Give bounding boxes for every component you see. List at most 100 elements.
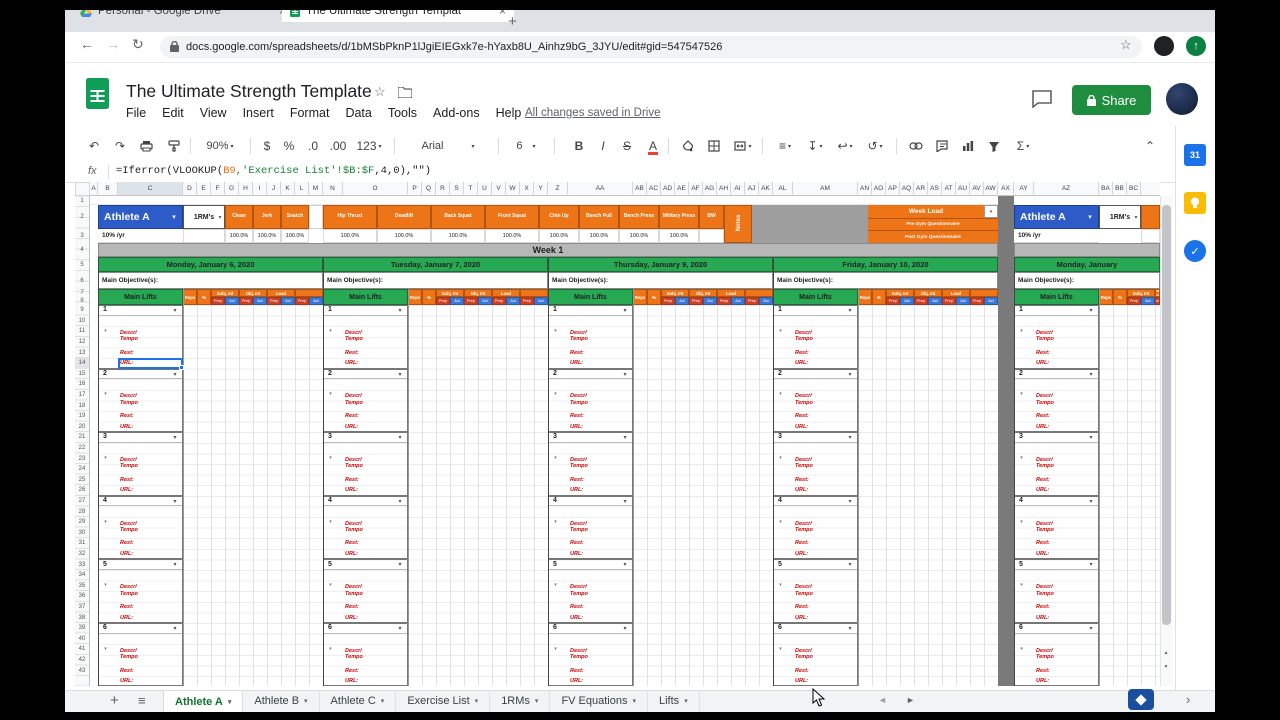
exercise-dropdown-icon[interactable]: ▾: [1086, 434, 1096, 442]
menu-help[interactable]: Help: [496, 106, 522, 120]
column-header-P[interactable]: P: [408, 182, 422, 196]
formula-text[interactable]: =Iferror(VLOOKUP(B9,'Exercise List'!$B:$…: [116, 165, 431, 177]
column-header-T[interactable]: T: [464, 182, 478, 196]
row-header-12[interactable]: 12: [75, 337, 89, 348]
row-header-7[interactable]: 7: [75, 289, 89, 297]
add-sheet-icon[interactable]: +: [110, 692, 119, 709]
exercise-dropdown-icon[interactable]: ▾: [845, 370, 855, 378]
sheet-tab-dropdown-icon[interactable]: ▾: [475, 697, 479, 705]
column-header-K[interactable]: K: [281, 182, 295, 196]
exercise-dropdown-icon[interactable]: ▾: [845, 561, 855, 569]
descr-dropdown-icon[interactable]: ▾: [776, 517, 785, 526]
exercise-dropdown-icon[interactable]: ▾: [620, 434, 630, 442]
exercise-dropdown-icon[interactable]: ▾: [395, 625, 405, 633]
row-header-37[interactable]: 37: [75, 602, 89, 613]
menu-data[interactable]: Data: [345, 106, 371, 120]
merge-cells-button[interactable]: ▾: [730, 136, 756, 156]
descr-dropdown-icon[interactable]: ▾: [1017, 644, 1026, 653]
row-header-10[interactable]: 10: [75, 316, 89, 327]
sheet-tab-dropdown-icon[interactable]: ▾: [228, 698, 232, 706]
column-header-AW[interactable]: AW: [984, 182, 998, 196]
descr-dropdown-icon[interactable]: ▾: [776, 390, 785, 399]
column-header-AF[interactable]: AF: [689, 182, 703, 196]
undo-icon[interactable]: ↶: [84, 136, 104, 156]
menu-view[interactable]: View: [200, 106, 227, 120]
column-header-V[interactable]: V: [492, 182, 506, 196]
descr-dropdown-icon[interactable]: ▾: [551, 390, 560, 399]
menu-edit[interactable]: Edit: [162, 106, 184, 120]
new-tab-button[interactable]: +: [508, 13, 517, 30]
column-header-AG[interactable]: AG: [703, 182, 717, 196]
exercise-dropdown-icon[interactable]: ▾: [395, 561, 405, 569]
insert-link-icon[interactable]: [906, 136, 926, 156]
row-header-9[interactable]: 9: [75, 305, 89, 316]
address-bar[interactable]: docs.google.com/spreadsheets/d/1bMSbPknP…: [160, 36, 1142, 58]
sheet-scroll-left-icon[interactable]: ◄: [878, 695, 887, 705]
column-header-W[interactable]: W: [506, 182, 520, 196]
exercise-dropdown-icon[interactable]: ▾: [620, 370, 630, 378]
menu-tools[interactable]: Tools: [388, 106, 417, 120]
selected-cell[interactable]: [118, 358, 183, 369]
sheet-tab-dropdown-icon[interactable]: ▾: [381, 697, 385, 705]
sheet-tab-athlete-b[interactable]: Athlete B ▾: [243, 690, 320, 712]
explore-button[interactable]: [1128, 689, 1154, 710]
column-header-L[interactable]: L: [295, 182, 309, 196]
column-header-AV[interactable]: AV: [970, 182, 984, 196]
row-header-35[interactable]: 35: [75, 581, 89, 592]
row-header-13[interactable]: 13: [75, 347, 89, 358]
column-header-AH[interactable]: AH: [717, 182, 731, 196]
saved-status[interactable]: All changes saved in Drive: [525, 107, 661, 119]
descr-dropdown-icon[interactable]: ▾: [1017, 326, 1026, 335]
exercise-dropdown-icon[interactable]: ▾: [395, 307, 405, 315]
all-sheets-menu-icon[interactable]: ≡: [138, 693, 146, 708]
descr-dropdown-icon[interactable]: ▾: [326, 326, 335, 335]
descr-dropdown-icon[interactable]: ▾: [101, 644, 110, 653]
descr-dropdown-icon[interactable]: ▾: [551, 644, 560, 653]
exercise-dropdown-icon[interactable]: ▾: [170, 625, 180, 633]
column-header-R[interactable]: R: [436, 182, 450, 196]
descr-dropdown-icon[interactable]: ▾: [551, 453, 560, 462]
row-header-23[interactable]: 23: [75, 453, 89, 464]
column-header-G[interactable]: G: [225, 182, 239, 196]
back-icon[interactable]: ←: [80, 36, 94, 52]
menu-file[interactable]: File: [126, 106, 146, 120]
exercise-dropdown-icon[interactable]: ▾: [620, 561, 630, 569]
column-header-Y[interactable]: Y: [534, 182, 548, 196]
exercise-dropdown-icon[interactable]: ▾: [620, 497, 630, 505]
text-rotation-button[interactable]: ↺ ▾: [862, 136, 888, 156]
column-header-AE[interactable]: AE: [675, 182, 689, 196]
star-document-icon[interactable]: ☆: [374, 84, 386, 100]
column-header-AQ[interactable]: AQ: [900, 182, 914, 196]
exercise-dropdown-icon[interactable]: ▾: [1086, 370, 1096, 378]
descr-dropdown-icon[interactable]: ▾: [776, 326, 785, 335]
exercise-dropdown-icon[interactable]: ▾: [845, 497, 855, 505]
move-folder-icon[interactable]: [398, 87, 412, 98]
sheet-tab-dropdown-icon[interactable]: ▾: [632, 697, 636, 705]
column-header-AN[interactable]: AN: [858, 182, 872, 196]
exercise-dropdown-icon[interactable]: ▾: [1086, 625, 1096, 633]
exercise-dropdown-icon[interactable]: ▾: [395, 370, 405, 378]
column-header-AM[interactable]: AM: [793, 182, 858, 196]
column-header-AB[interactable]: AB: [633, 182, 647, 196]
sheet-tab-exercise-list[interactable]: Exercise List ▾: [396, 690, 491, 712]
row-header-2[interactable]: 2: [75, 205, 89, 229]
descr-dropdown-icon[interactable]: ▾: [776, 644, 785, 653]
row-header-28[interactable]: 28: [75, 506, 89, 517]
column-header-E[interactable]: E: [197, 182, 211, 196]
column-header-AU[interactable]: AU: [956, 182, 970, 196]
row-header-26[interactable]: 26: [75, 485, 89, 496]
scroll-down-icon[interactable]: ▼: [1160, 662, 1172, 672]
row-header-1[interactable]: 1: [75, 196, 89, 205]
exercise-dropdown-icon[interactable]: ▾: [170, 434, 180, 442]
share-button[interactable]: Share: [1072, 85, 1151, 115]
forward-icon[interactable]: →: [106, 36, 120, 52]
print-icon[interactable]: [136, 136, 156, 156]
exercise-dropdown-icon[interactable]: ▾: [395, 434, 405, 442]
fill-handle[interactable]: [179, 365, 184, 370]
column-header-O[interactable]: O: [343, 182, 408, 196]
descr-dropdown-icon[interactable]: ▾: [101, 453, 110, 462]
descr-dropdown-icon[interactable]: ▾: [326, 644, 335, 653]
row-header-36[interactable]: 36: [75, 591, 89, 602]
descr-dropdown-icon[interactable]: ▾: [101, 390, 110, 399]
row-header-27[interactable]: 27: [75, 496, 89, 507]
